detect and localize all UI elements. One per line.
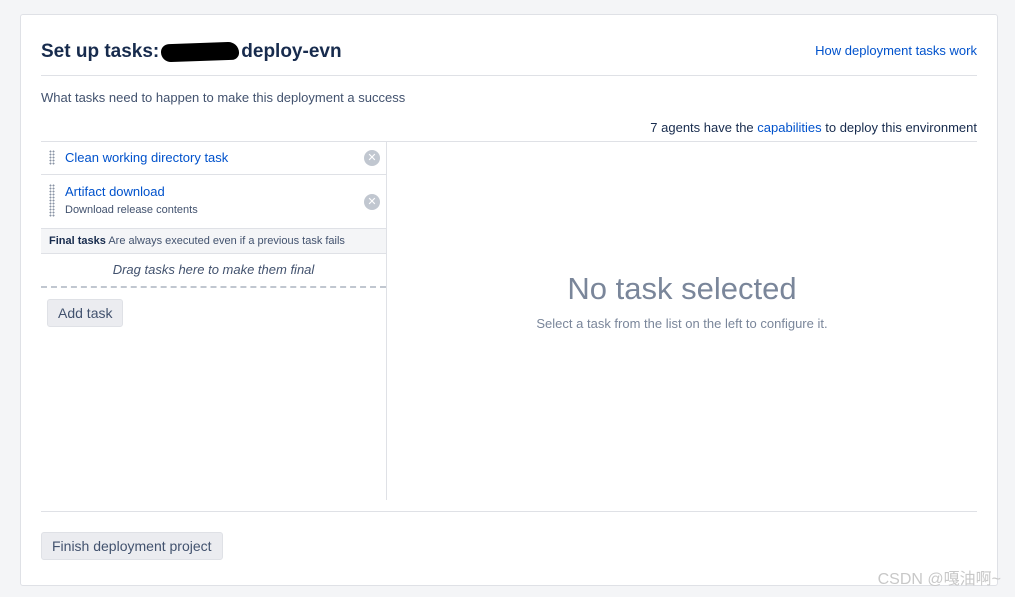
task-item[interactable]: Artifact download Download release conte… — [41, 175, 386, 229]
agents-prefix: 7 agents have the — [650, 120, 754, 135]
task-list: Clean working directory task ✕ Artifact … — [41, 141, 387, 500]
task-description: Download release contents — [65, 204, 198, 216]
setup-tasks-panel: Set up tasks: deploy-evn How deployment … — [20, 14, 998, 586]
title-prefix: Set up tasks: — [41, 41, 160, 62]
final-tasks-drop-zone[interactable]: Drag tasks here to make them final — [41, 254, 386, 288]
drag-handle-icon[interactable] — [49, 184, 55, 217]
capabilities-link[interactable]: capabilities — [757, 120, 821, 135]
task-name[interactable]: Artifact download — [65, 184, 165, 199]
final-tasks-note: Are always executed even if a previous t… — [108, 235, 345, 247]
remove-task-icon[interactable]: ✕ — [364, 150, 380, 166]
page-header: Set up tasks: deploy-evn How deployment … — [41, 39, 977, 76]
watermark: CSDN @嘎油啊~ — [877, 571, 1001, 588]
agents-info: 7 agents have the capabilities to deploy… — [650, 120, 977, 135]
divider — [41, 511, 977, 512]
help-link[interactable]: How deployment tasks work — [815, 43, 977, 58]
agents-suffix: to deploy this environment — [825, 120, 977, 135]
add-task-button[interactable]: Add task — [47, 299, 124, 327]
page-subtitle: What tasks need to happen to make this d… — [41, 90, 406, 105]
remove-task-icon[interactable]: ✕ — [364, 194, 380, 210]
final-tasks-header: Final tasks Are always executed even if … — [41, 229, 386, 254]
page-title: Set up tasks: deploy-evn — [41, 41, 342, 63]
redacted-text — [160, 41, 240, 63]
task-config-empty-state: No task selected Select a task from the … — [387, 141, 977, 500]
empty-state-subtitle: Select a task from the list on the left … — [536, 316, 828, 331]
title-suffix: deploy-evn — [241, 41, 342, 62]
final-tasks-label: Final tasks — [49, 235, 106, 247]
finish-deployment-button[interactable]: Finish deployment project — [41, 532, 223, 560]
drag-handle-icon[interactable] — [49, 150, 55, 165]
task-name[interactable]: Clean working directory task — [65, 150, 228, 165]
task-item[interactable]: Clean working directory task ✕ — [41, 141, 386, 175]
empty-state-title: No task selected — [567, 271, 797, 306]
